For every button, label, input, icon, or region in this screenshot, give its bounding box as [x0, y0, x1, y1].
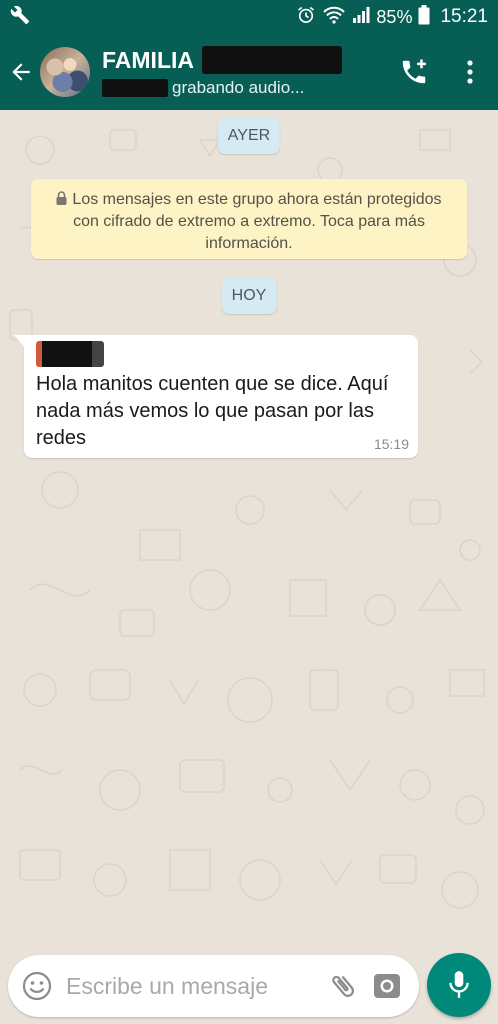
wrench-icon [10, 5, 30, 30]
chat-header: FAMILIA grabando audio... [0, 34, 498, 110]
message-input[interactable] [66, 972, 321, 1000]
battery-percent: 85% [376, 6, 413, 27]
typing-status: grabando audio... [102, 78, 342, 98]
status-bar: 85% 15:21 [0, 0, 498, 34]
redaction-mark [102, 79, 168, 97]
wifi-icon [322, 5, 346, 30]
more-vert-icon[interactable] [442, 34, 498, 110]
encryption-notice[interactable]: Los mensajes en este grupo ahora están p… [31, 179, 467, 259]
date-divider-yesterday: AYER [217, 118, 281, 154]
redaction-mark [202, 46, 342, 74]
lock-icon [56, 191, 67, 205]
status-text: grabando audio... [172, 78, 305, 97]
header-actions [386, 34, 498, 110]
back-arrow-icon[interactable] [2, 34, 40, 110]
signal-icon [352, 6, 370, 29]
chat-area[interactable]: AYER Los mensajes en este grupo ahora es… [0, 110, 498, 942]
mic-button[interactable] [427, 953, 491, 1017]
battery-icon [418, 4, 430, 30]
attach-icon[interactable] [321, 964, 365, 1008]
encryption-notice-text: Los mensajes en este grupo ahora están p… [72, 191, 442, 252]
incoming-message[interactable]: Hola manitos cuenten que se dice. Aquí n… [14, 335, 418, 458]
bubble-tail [14, 335, 26, 349]
add-call-icon[interactable] [386, 34, 442, 110]
message-text: Hola manitos cuenten que se dice. Aquí n… [36, 373, 389, 449]
group-title: FAMILIA [102, 46, 342, 74]
camera-icon[interactable] [365, 964, 409, 1008]
group-name: FAMILIA [102, 46, 194, 73]
date-divider-today: HOY [221, 278, 277, 314]
sender-name-redacted [36, 341, 104, 367]
clock: 15:21 [440, 6, 488, 27]
message-composer [8, 955, 419, 1017]
emoji-icon[interactable] [20, 969, 54, 1003]
group-avatar[interactable] [40, 47, 90, 97]
mic-icon [449, 971, 469, 998]
chat-title-block[interactable]: FAMILIA grabando audio... [102, 46, 342, 98]
message-time: 15:19 [373, 436, 409, 452]
alarm-icon [296, 5, 316, 30]
